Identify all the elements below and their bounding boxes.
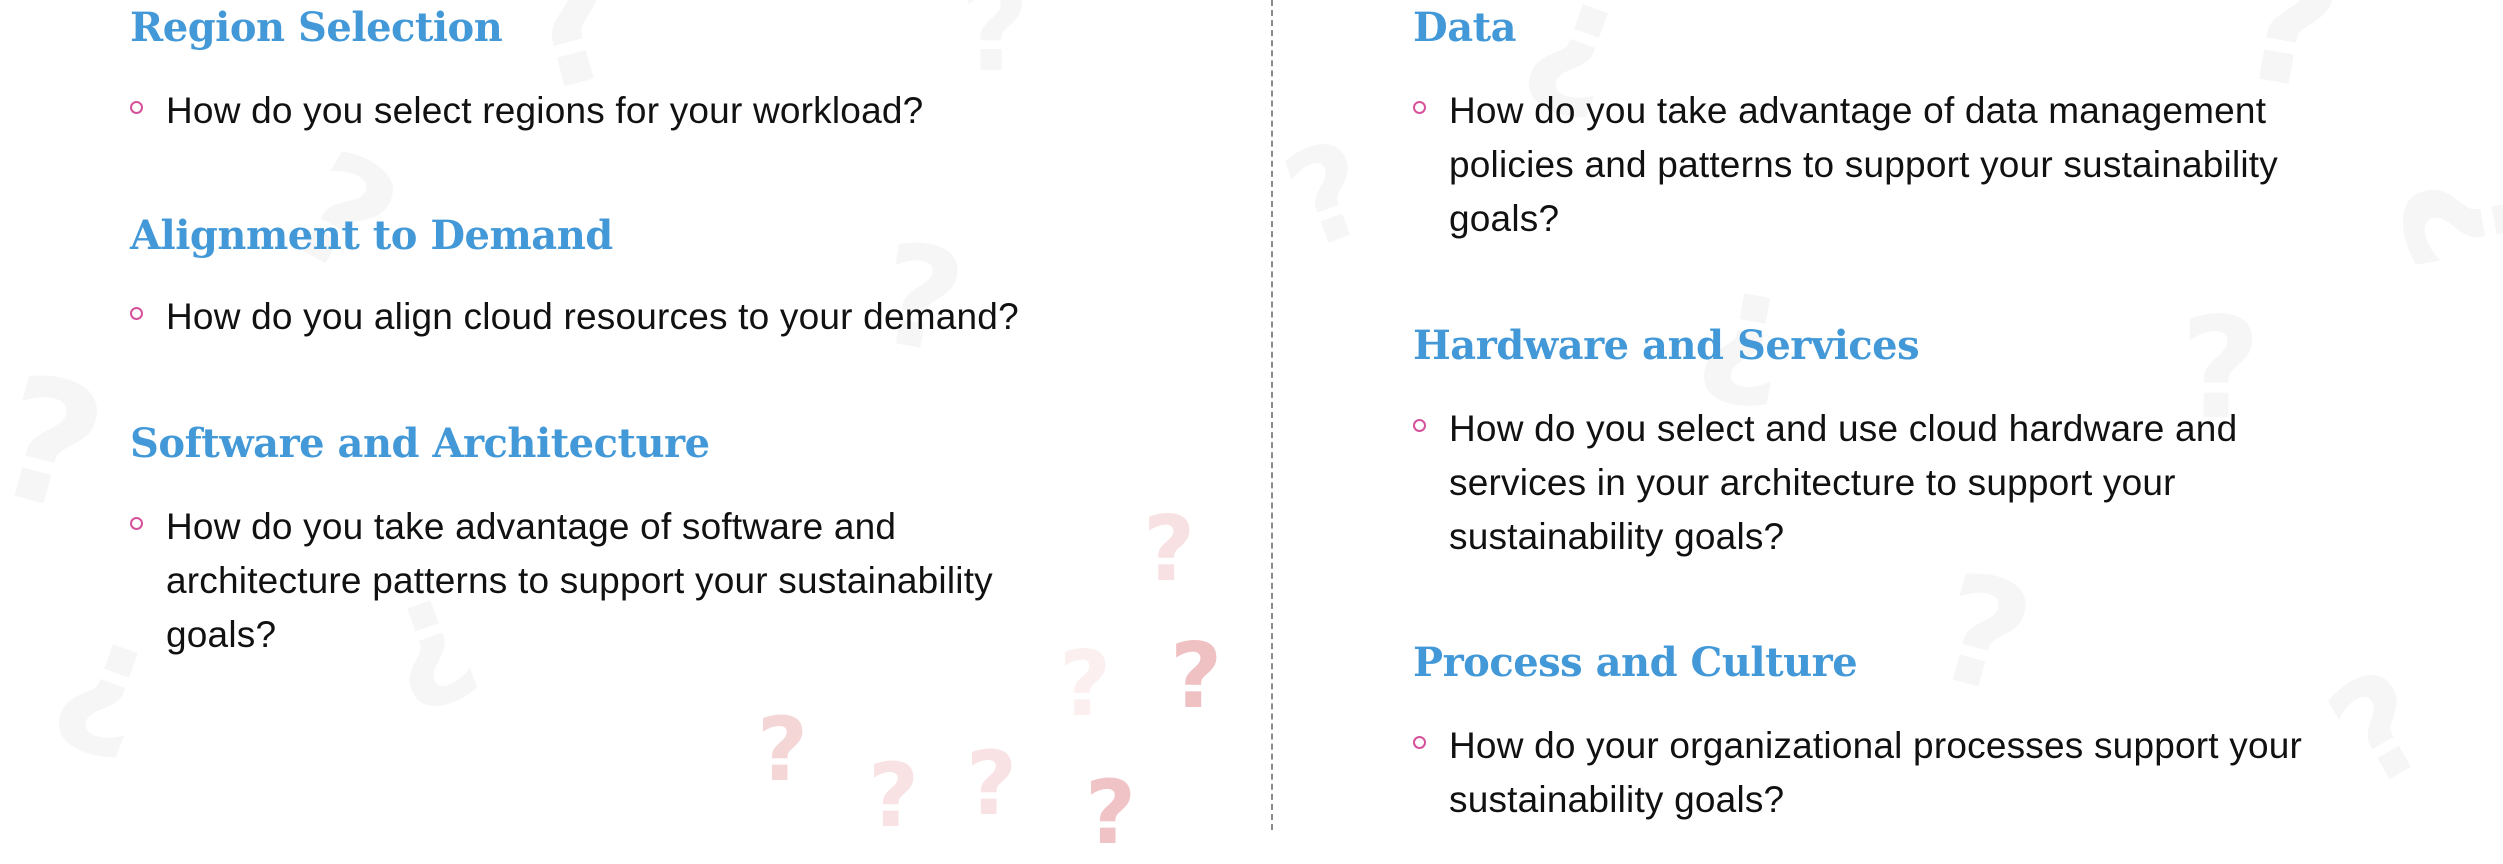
section-heading: Hardware and Services [1413, 322, 1920, 369]
hollow-bullet-icon [1413, 736, 1426, 749]
section-process-and-culture: Process and Culture How do your organiza… [1413, 635, 2463, 827]
pink-question-mark-icon: ? [868, 744, 920, 847]
question-item: How do you align cloud resources to your… [130, 290, 1180, 344]
question-text: How do you select and use cloud hardware… [1449, 408, 2238, 557]
question-item: How do you select and use cloud hardware… [1413, 402, 2349, 564]
pink-question-mark-icon: ? [1143, 497, 1196, 602]
pink-question-mark-icon: ? [1170, 624, 1223, 729]
section-heading: Software and Architecture [130, 420, 710, 467]
background-question-mark-icon: ? [1266, 110, 1390, 280]
question-text: How do you align cloud resources to your… [166, 296, 1019, 337]
section-heading: Region Selection [130, 4, 503, 51]
background-question-mark-icon: ? [0, 336, 123, 554]
question-text: How do you take advantage of data manage… [1449, 90, 2278, 239]
section-heading: Process and Culture [1413, 639, 1858, 686]
section-alignment-to-demand: Alignment to Demand How do you align clo… [130, 208, 1180, 344]
hollow-bullet-icon [130, 101, 143, 114]
section-hardware-and-services: Hardware and Services How do you select … [1413, 318, 2463, 564]
section-software-and-architecture: Software and Architecture How do you tak… [130, 416, 1110, 662]
section-region-selection: Region Selection How do you select regio… [130, 0, 1180, 138]
section-heading: Data [1413, 4, 1517, 51]
section-data: Data How do you take advantage of data m… [1413, 0, 2463, 246]
question-text: How do you select regions for your workl… [166, 90, 924, 131]
hollow-bullet-icon [1413, 419, 1426, 432]
question-item: How do you take advantage of software an… [130, 500, 1086, 662]
column-divider [1271, 0, 1273, 830]
question-text: How do you take advantage of software an… [166, 506, 993, 655]
pink-question-mark-icon: ? [966, 732, 1018, 835]
question-item: How do you take advantage of data manage… [1413, 84, 2379, 246]
question-item: How do your organizational processes sup… [1413, 719, 2439, 827]
section-heading: Alignment to Demand [130, 212, 613, 259]
question-item: How do you select regions for your workl… [130, 84, 1180, 138]
pink-question-mark-icon: ? [1085, 761, 1137, 864]
question-text: How do your organizational processes sup… [1449, 725, 2303, 820]
hollow-bullet-icon [1413, 101, 1426, 114]
pink-question-mark-icon: ? [757, 698, 809, 801]
hollow-bullet-icon [130, 307, 143, 320]
hollow-bullet-icon [130, 517, 143, 530]
